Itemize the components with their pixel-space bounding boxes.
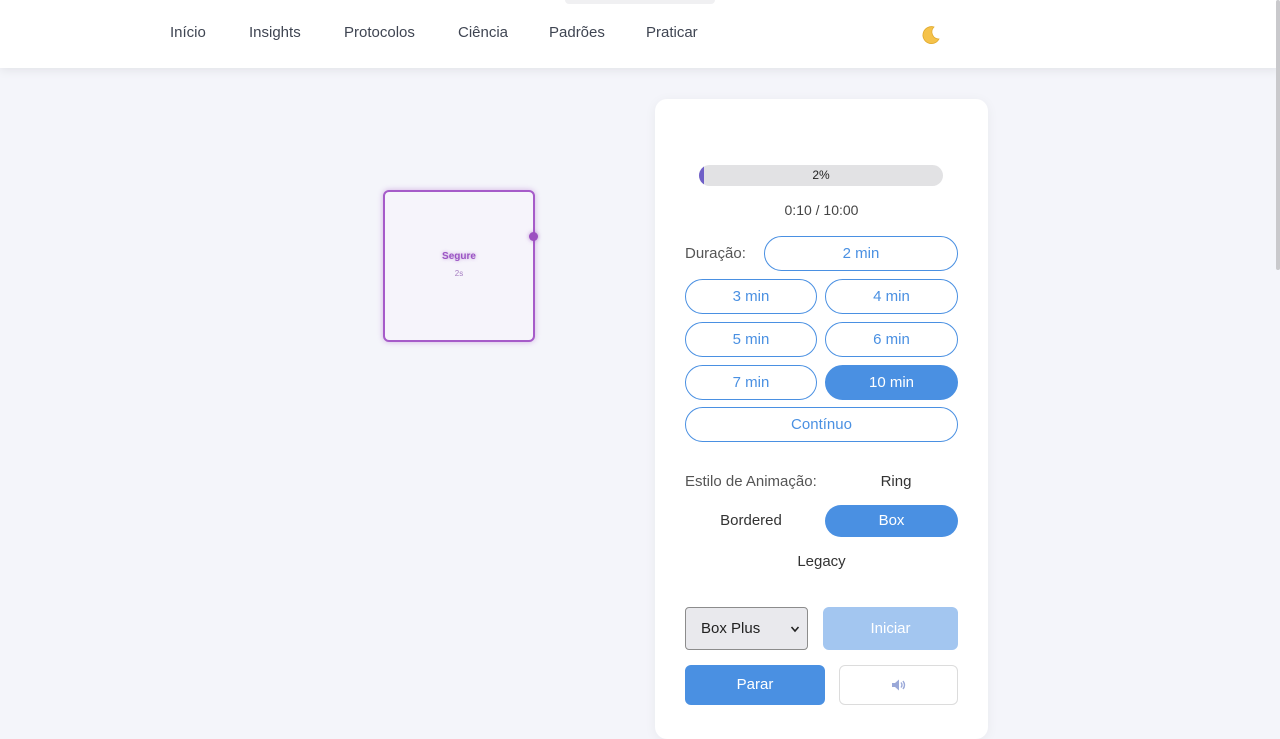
nav-link-protocolos[interactable]: Protocolos bbox=[344, 24, 415, 41]
top-navbar: Início Insights Protocolos Ciência Padrõ… bbox=[0, 0, 1280, 68]
pattern-select-value: Box Plus bbox=[701, 620, 761, 637]
pattern-select[interactable]: Box Plus bbox=[685, 607, 808, 650]
animation-ring-option[interactable]: Ring bbox=[834, 473, 958, 490]
duration-7min-button[interactable]: 7 min bbox=[685, 365, 817, 400]
nav-link-insights[interactable]: Insights bbox=[249, 24, 301, 41]
animation-legacy-option[interactable]: Legacy bbox=[685, 553, 958, 570]
animation-box-option[interactable]: Box bbox=[825, 505, 958, 537]
animation-style-label: Estilo de Animação: bbox=[685, 473, 817, 490]
speaker-icon bbox=[892, 679, 906, 691]
duration-4min-button[interactable]: 4 min bbox=[825, 279, 958, 314]
start-button[interactable]: Iniciar bbox=[823, 607, 958, 650]
duration-label: Duração: bbox=[685, 245, 746, 262]
top-notch bbox=[565, 0, 715, 4]
nav-link-inicio[interactable]: Início bbox=[170, 24, 206, 41]
duration-continuous-button[interactable]: Contínuo bbox=[685, 407, 958, 442]
page-scrollbar[interactable] bbox=[1276, 0, 1280, 270]
progress-percent: 2% bbox=[812, 168, 830, 182]
progress-bar: 2% bbox=[699, 165, 943, 186]
breathing-dot bbox=[529, 232, 538, 241]
duration-5min-button[interactable]: 5 min bbox=[685, 322, 817, 357]
duration-10min-button[interactable]: 10 min bbox=[825, 365, 958, 400]
chevron-down-icon bbox=[790, 626, 800, 633]
nav-link-padroes[interactable]: Padrões bbox=[549, 24, 605, 41]
breath-phase-seconds: 2s bbox=[454, 269, 464, 278]
duration-2min-button[interactable]: 2 min bbox=[764, 236, 958, 271]
moon-icon[interactable] bbox=[920, 24, 942, 46]
animation-bordered-option[interactable]: Bordered bbox=[685, 505, 817, 537]
breathing-box bbox=[383, 190, 535, 342]
duration-3min-button[interactable]: 3 min bbox=[685, 279, 817, 314]
breath-phase-label: Segure bbox=[442, 251, 476, 262]
duration-6min-button[interactable]: 6 min bbox=[825, 322, 958, 357]
nav-link-ciencia[interactable]: Ciência bbox=[458, 24, 508, 41]
nav-link-praticar[interactable]: Praticar bbox=[646, 24, 698, 41]
elapsed-time: 0:10 / 10:00 bbox=[784, 202, 859, 218]
stop-button[interactable]: Parar bbox=[685, 665, 825, 705]
sound-toggle-button[interactable] bbox=[839, 665, 958, 705]
